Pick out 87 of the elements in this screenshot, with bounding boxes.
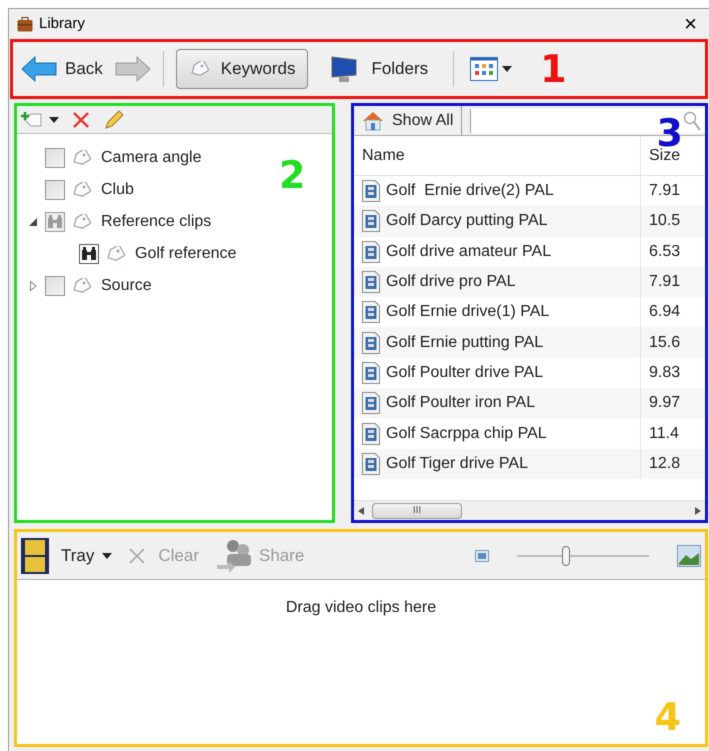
slider-thumb[interactable] xyxy=(562,546,570,566)
back-arrow-icon xyxy=(21,56,57,82)
clip-row[interactable]: Golf Ernie putting PAL 15.6 xyxy=(354,327,705,358)
large-picture-icon xyxy=(677,544,701,566)
close-button[interactable]: × xyxy=(680,13,701,35)
keyword-label[interactable]: Camera angle xyxy=(101,146,202,170)
clip-size: 10.5 xyxy=(648,211,680,232)
clip-size: 12.8 xyxy=(648,454,680,474)
view-toggle-button[interactable]: Keywords xyxy=(176,49,308,89)
keyword-label[interactable]: Reference clips xyxy=(101,210,212,234)
video-file-icon xyxy=(362,392,380,414)
clip-row[interactable]: Golf Ernie drive(1) PAL 6.94 xyxy=(354,297,705,328)
video-file-icon xyxy=(362,180,380,202)
callout-number: 2 xyxy=(279,156,306,194)
clip-size: 9.83 xyxy=(648,362,680,383)
callout-number: 4 xyxy=(654,698,681,736)
clip-row[interactable]: Golf Darcy putting PAL 10.5 xyxy=(354,206,705,237)
small-picture-icon xyxy=(475,550,489,562)
column-header[interactable]: Name xyxy=(354,136,641,175)
tag-icon xyxy=(188,61,209,77)
tag-icon xyxy=(71,182,91,198)
scrollbar-thumb[interactable]: III xyxy=(372,502,462,518)
callout-number: 1 xyxy=(540,50,567,88)
clip-row[interactable]: Golf drive amateur PAL 6.53 xyxy=(354,236,705,267)
clip-size: 6.53 xyxy=(648,242,680,262)
zoom-slider[interactable] xyxy=(517,544,649,566)
close-x-icon xyxy=(128,546,146,564)
search-icon xyxy=(683,110,701,130)
tag-icon xyxy=(71,150,91,166)
clip-name: Golf drive pro PAL xyxy=(386,272,516,292)
clip-row[interactable]: Golf Poulter iron PAL 9.97 xyxy=(354,388,705,418)
house-icon xyxy=(362,110,384,130)
empty-tray-message: Drag video clips here xyxy=(284,598,438,618)
keyword-label[interactable]: Source xyxy=(101,274,152,298)
tray-menu-button[interactable]: Tray xyxy=(57,542,116,568)
clip-name: Golf Ernie putting PAL xyxy=(386,332,544,353)
video-file-icon xyxy=(362,362,380,384)
clip-name: Golf Ernie drive(1) PAL xyxy=(386,302,550,322)
checkbox[interactable] xyxy=(45,276,65,296)
caret-icon xyxy=(502,66,512,72)
video-file-icon xyxy=(362,240,380,263)
clip-size: 9.97 xyxy=(648,393,680,414)
expanded-arrow-icon[interactable] xyxy=(29,218,37,226)
video-file-icon xyxy=(362,210,380,232)
tag-icon xyxy=(105,246,125,262)
add-keyword-button[interactable] xyxy=(21,110,59,128)
clip-row[interactable]: Golf Ernie drive(2) PAL 7.91 xyxy=(354,176,705,206)
computer-monitor-icon xyxy=(329,55,360,83)
video-file-icon xyxy=(362,452,380,475)
video-file-icon xyxy=(362,271,380,294)
window-title: Library xyxy=(39,14,85,34)
binoculars-icon[interactable] xyxy=(79,244,99,264)
clip-name: Golf drive amateur PAL xyxy=(386,242,552,262)
caret-icon xyxy=(102,552,112,558)
horizontal-scrollbar[interactable]: III xyxy=(354,500,705,520)
tag-icon xyxy=(71,278,91,294)
video-file-icon xyxy=(362,332,380,354)
keyword-label[interactable]: Golf reference xyxy=(135,242,236,266)
clip-name: Golf Ernie drive(2) PAL xyxy=(386,181,554,202)
checkbox[interactable] xyxy=(45,148,65,168)
delete-icon[interactable] xyxy=(71,110,91,130)
pencil-icon[interactable] xyxy=(103,108,125,130)
film-strip-icon xyxy=(21,538,49,574)
clip-name: Golf Sacrppa chip PAL xyxy=(386,424,547,444)
clip-size: 6.94 xyxy=(648,302,680,322)
keyword-label[interactable]: Club xyxy=(101,178,134,202)
clip-row[interactable]: Golf drive pro PAL 7.91 xyxy=(354,266,705,298)
clip-size: 11.4 xyxy=(648,424,679,444)
clip-row[interactable]: Golf Tiger drive PAL 12.8 xyxy=(354,448,705,479)
scroll-right-arrow-icon[interactable] xyxy=(695,506,701,514)
clip-name: Golf Poulter iron PAL xyxy=(386,393,536,414)
tag-icon xyxy=(71,214,91,230)
briefcase-icon xyxy=(17,16,33,32)
clip-name: Golf Poulter drive PAL xyxy=(386,362,544,383)
video-file-icon xyxy=(362,301,380,324)
view-toggle-button[interactable]: Folders xyxy=(316,49,442,89)
clip-size: 7.91 xyxy=(648,181,680,202)
clip-name: Golf Tiger drive PAL xyxy=(386,454,528,474)
collapsed-arrow-icon[interactable] xyxy=(30,281,36,291)
scroll-left-arrow-icon[interactable] xyxy=(358,506,364,514)
clip-size: 15.6 xyxy=(648,332,680,353)
clip-name: Golf Darcy putting PAL xyxy=(386,211,548,232)
back-button[interactable]: Back xyxy=(17,51,107,87)
caret-icon xyxy=(49,116,59,122)
clip-size: 7.91 xyxy=(648,272,680,292)
video-file-icon xyxy=(362,422,380,445)
checkbox[interactable] xyxy=(45,180,65,200)
